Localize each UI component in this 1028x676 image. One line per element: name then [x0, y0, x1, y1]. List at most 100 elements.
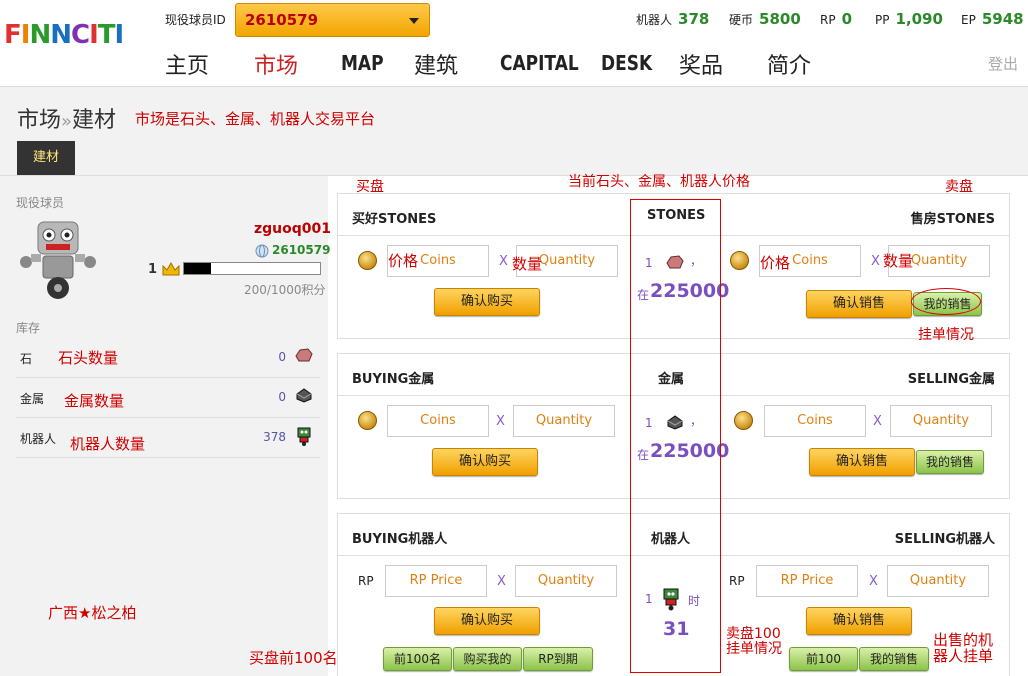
multiply-sign: X	[873, 414, 882, 429]
finnciti-logo[interactable]: FINNCITI	[4, 20, 124, 50]
confirm-sell-stones-button[interactable]: 确认销售	[806, 290, 912, 318]
annotation-stone-count: 石头数量	[58, 349, 119, 367]
robot-avatar	[20, 221, 96, 299]
chevron-down-icon	[409, 18, 419, 24]
inventory-section-label: 库存	[16, 321, 41, 335]
multiply-sign: X	[497, 574, 506, 589]
breadcrumb-separator: »	[61, 111, 73, 132]
annotation-buy-quantity: 数量	[512, 255, 543, 273]
annotation-sell-top100: 卖盘100 挂单情况	[726, 626, 782, 657]
metal-icon	[296, 388, 312, 403]
confirm-buy-stones-button[interactable]: 确认购买	[434, 288, 540, 316]
stat-coins: 硬币 5800	[729, 10, 801, 28]
nav-home[interactable]: 主页	[165, 48, 209, 80]
title-band: 市场»建材 市场是石头、金属、机器人交易平台 建材	[0, 86, 1028, 176]
annotation-buy-price: 价格	[388, 252, 419, 270]
breadcrumb: 市场»建材	[17, 102, 116, 134]
annotation-author: 广西★松之柏	[48, 604, 137, 622]
buy-robot-rp-price-input[interactable]: RP Price	[385, 565, 487, 597]
globe-icon	[255, 244, 269, 258]
player-id-label: 现役球员ID	[165, 13, 226, 27]
nav-prizes[interactable]: 奖品	[679, 48, 723, 80]
sell-robot-title: SELLING机器人	[894, 532, 995, 547]
nav-map[interactable]: MAP	[341, 51, 384, 75]
buy-stones-title: 买好STONES	[352, 212, 437, 227]
rp-expiry-button[interactable]: RP到期	[523, 647, 593, 671]
my-sales-highlight	[911, 288, 981, 315]
player-section-label: 现役球员	[16, 196, 65, 210]
annotation-robot-sell-listing: 出售的机 器人挂单	[933, 631, 994, 665]
top100-buy-orders-button[interactable]: 前100名	[383, 647, 452, 671]
annotation-sell-price: 价格	[760, 254, 791, 272]
logout-link[interactable]: 登出	[988, 53, 1018, 74]
player-points: 200/1000积分	[244, 283, 326, 297]
annotation-robot-count: 机器人数量	[70, 435, 146, 453]
inventory-item-name: 石	[20, 352, 33, 366]
confirm-buy-robot-button[interactable]: 确认购买	[434, 607, 540, 635]
stat-ep: EP 5948	[961, 10, 1024, 28]
annotation-listing-status: 挂单情况	[918, 327, 974, 343]
nav-market[interactable]: 市场	[254, 48, 298, 80]
annotation-metal-count: 金属数量	[64, 392, 125, 410]
confirm-buy-metal-button[interactable]: 确认购买	[432, 448, 538, 476]
inventory-row-stone: 石 石头数量 0	[16, 338, 320, 378]
coin-icon	[730, 251, 749, 270]
confirm-sell-metal-button[interactable]: 确认销售	[809, 448, 915, 476]
my-sales-robot-button[interactable]: 我的销售	[859, 647, 929, 671]
coin-icon	[358, 251, 377, 270]
nav-capital[interactable]: CAPITAL	[500, 51, 579, 75]
buy-robot-quantity-input[interactable]: Quantity	[515, 565, 617, 597]
inventory-row-metal: 金属 金属数量 0	[16, 378, 320, 418]
coin-icon	[734, 411, 753, 430]
my-buy-orders-button[interactable]: 购买我的	[453, 647, 522, 671]
stone-icon	[295, 348, 313, 362]
annotation-current-price: 当前石头、金属、机器人价格	[568, 174, 750, 190]
inventory-item-count: 0	[278, 390, 286, 404]
nav-desk[interactable]: DESK	[601, 51, 652, 75]
buy-metal-quantity-input[interactable]: Quantity	[513, 405, 615, 437]
inventory-row-robot: 机器人 机器人数量 378	[16, 418, 320, 458]
price-column-highlight	[630, 199, 721, 673]
nav-buildings[interactable]: 建筑	[414, 48, 458, 80]
buy-robot-title: BUYING机器人	[352, 532, 448, 547]
player-id-value: 2610579	[245, 11, 319, 29]
buy-metal-price-input[interactable]: Coins	[387, 405, 489, 437]
confirm-sell-robot-button[interactable]: 确认销售	[806, 607, 912, 635]
sell-metal-quantity-input[interactable]: Quantity	[890, 405, 992, 437]
multiply-sign: X	[499, 254, 508, 269]
stat-robots: 机器人 378	[636, 10, 710, 28]
stat-pp: PP 1,090	[875, 10, 943, 28]
player-level: 1	[148, 262, 158, 277]
annotation-sell-quantity: 数量	[883, 252, 914, 270]
crown-icon	[162, 261, 180, 276]
breadcrumb-page: 建材	[72, 108, 117, 133]
inventory-item-count: 0	[278, 350, 286, 364]
multiply-sign: X	[871, 254, 880, 269]
robot-icon	[297, 427, 311, 446]
inventory-item-count: 378	[263, 430, 286, 444]
breadcrumb-market[interactable]: 市场	[17, 108, 61, 133]
inventory-item-name: 金属	[20, 392, 45, 406]
top100-sell-orders-button[interactable]: 前100	[789, 647, 858, 671]
multiply-sign: X	[496, 414, 505, 429]
nav-profile[interactable]: 简介	[767, 48, 811, 80]
inventory-item-name: 机器人	[20, 432, 57, 446]
sell-stones-title: 售房STONES	[910, 212, 995, 227]
multiply-sign: X	[869, 574, 878, 589]
sell-metal-title: SELLING金属	[907, 372, 995, 387]
player-id: 2610579	[272, 243, 331, 257]
tab-building-materials[interactable]: 建材	[17, 141, 75, 175]
player-name[interactable]: zguoq001	[254, 221, 331, 237]
coin-icon	[358, 411, 377, 430]
annotation-market-note: 市场是石头、金属、机器人交易平台	[135, 110, 376, 128]
level-progress-bar	[183, 262, 321, 275]
sell-robot-quantity-input[interactable]: Quantity	[887, 565, 989, 597]
buy-metal-title: BUYING金属	[352, 372, 435, 387]
level-progress-fill	[184, 263, 212, 274]
buy-robot-rp-label: RP	[358, 574, 374, 588]
sell-robot-rp-label: RP	[729, 574, 745, 588]
sell-robot-rp-price-input[interactable]: RP Price	[756, 565, 858, 597]
my-sales-metal-button[interactable]: 我的销售	[916, 450, 984, 474]
player-id-select[interactable]: 2610579	[235, 3, 430, 37]
sell-metal-price-input[interactable]: Coins	[764, 405, 866, 437]
